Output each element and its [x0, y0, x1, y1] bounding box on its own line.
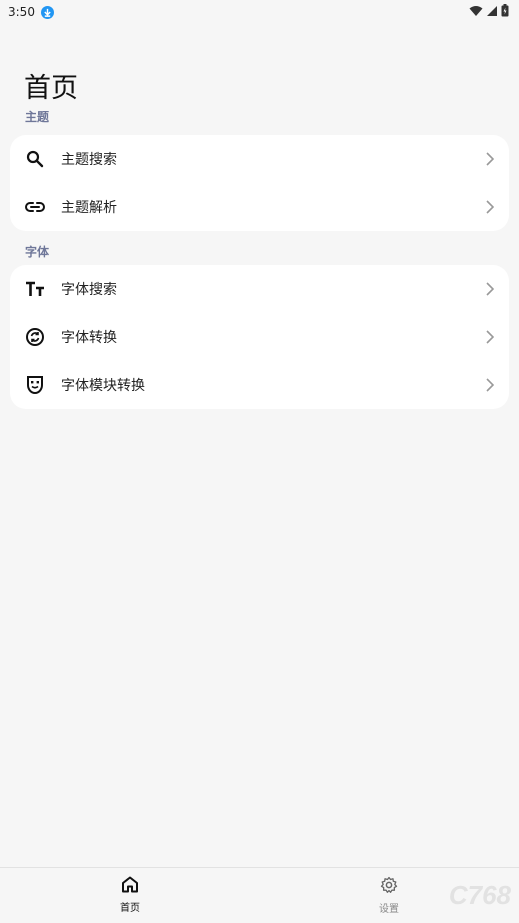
watermark-logo: C768 [448, 880, 511, 910]
home-icon [121, 876, 139, 897]
download-icon [40, 5, 54, 19]
font-module-convert-label: 字体模块转换 [61, 378, 145, 394]
font-convert-label: 字体转换 [61, 330, 117, 346]
chevron-right-icon [485, 378, 495, 392]
page-title: 首页 [24, 73, 78, 104]
text-size-icon [25, 279, 45, 299]
font-search-label: 字体搜索 [61, 282, 117, 298]
font-module-convert-row[interactable]: 字体模块转换 [10, 361, 509, 409]
nav-home[interactable]: 首页 [100, 876, 160, 914]
chevron-right-icon [485, 330, 495, 344]
theme-card: 主题搜索 主题解析 [10, 135, 509, 231]
search-icon [25, 149, 45, 169]
nav-settings[interactable]: 设置 [359, 876, 419, 915]
font-convert-row[interactable]: 字体转换 [10, 313, 509, 361]
section-label-theme: 主题 [25, 110, 50, 124]
font-card: 字体搜索 字体转换 字体模块转换 [10, 265, 509, 409]
module-icon [25, 375, 45, 395]
bottom-nav: 首页 设置 [0, 867, 519, 923]
nav-settings-label: 设置 [379, 904, 399, 915]
chevron-right-icon [485, 152, 495, 166]
signal-icon [486, 5, 498, 20]
theme-search-row[interactable]: 主题搜索 [10, 135, 509, 183]
theme-search-label: 主题搜索 [61, 152, 117, 168]
convert-icon [25, 327, 45, 347]
status-bar: 3:50 [0, 0, 519, 24]
theme-parse-row[interactable]: 主题解析 [10, 183, 509, 231]
theme-parse-label: 主题解析 [61, 200, 117, 216]
wifi-icon [469, 5, 483, 20]
status-time: 3:50 [8, 5, 35, 19]
battery-icon [501, 4, 509, 20]
nav-home-label: 首页 [120, 903, 140, 914]
section-label-font: 字体 [25, 245, 50, 259]
status-indicators [469, 4, 509, 20]
chevron-right-icon [485, 200, 495, 214]
gear-icon [380, 876, 398, 898]
font-search-row[interactable]: 字体搜索 [10, 265, 509, 313]
chevron-right-icon [485, 282, 495, 296]
link-icon [25, 197, 45, 217]
